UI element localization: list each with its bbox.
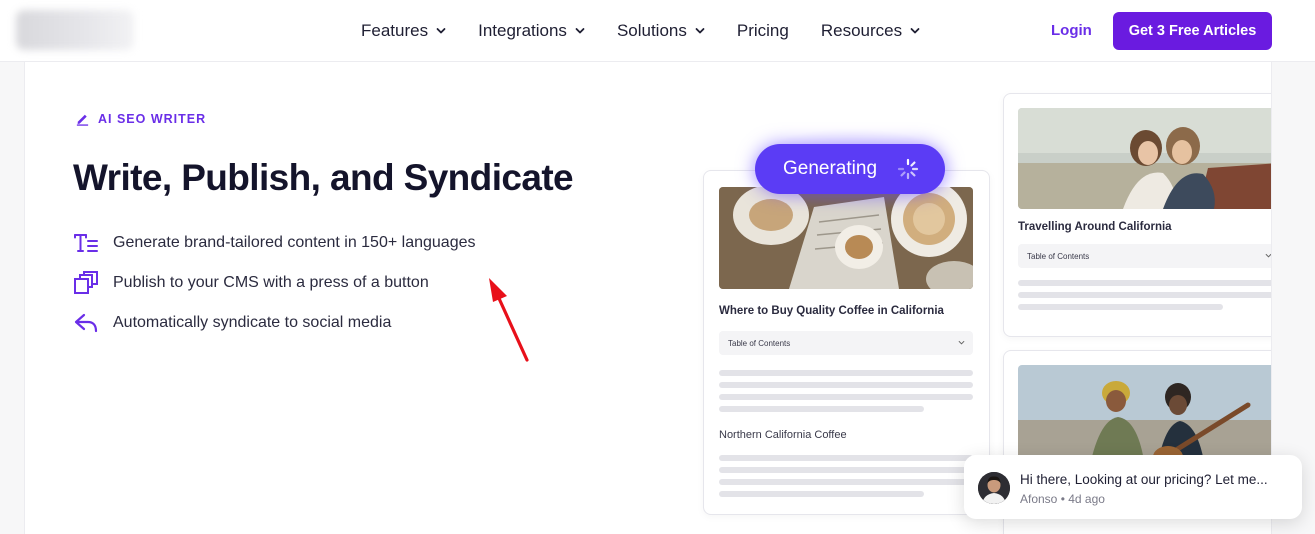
- eyebrow-label: AI SEO WRITER: [75, 111, 206, 126]
- chevron-down-icon: [575, 28, 585, 34]
- feature-text: Publish to your CMS with a press of a bu…: [113, 274, 429, 291]
- travel-photo: [1018, 108, 1271, 209]
- text-placeholder-line: [719, 406, 924, 412]
- nav-resources-label: Resources: [820, 21, 903, 40]
- feature-item-syndicate: Automatically syndicate to social media: [73, 310, 391, 336]
- text-placeholder-line: [1018, 304, 1223, 310]
- loading-spinner-icon: [897, 158, 919, 180]
- avatar: [978, 472, 1010, 504]
- table-of-contents-dropdown[interactable]: Table of Contents: [1018, 244, 1271, 268]
- chevron-down-icon: [695, 28, 705, 34]
- nav-pricing[interactable]: Pricing: [737, 20, 789, 42]
- chat-message: Hi there, Looking at our pricing? Let me…: [1020, 472, 1268, 487]
- feature-text: Automatically syndicate to social media: [113, 314, 392, 331]
- table-of-contents-dropdown[interactable]: Table of Contents: [719, 331, 973, 355]
- red-annotation-arrow: [489, 278, 529, 362]
- feature-item-generate: Generate brand-tailored content in 150+ …: [73, 230, 475, 256]
- chat-author: Afonso: [1020, 492, 1058, 506]
- nav-solutions[interactable]: Solutions: [617, 20, 705, 42]
- page-title: Write, Publish, and Syndicate: [73, 157, 574, 198]
- nav-features-label: Features: [361, 21, 429, 40]
- share-reply-icon: [74, 313, 98, 333]
- text-placeholder-line: [719, 455, 973, 461]
- nav-menu: Features Integrations Solutions Pricing …: [361, 20, 952, 42]
- article-preview-card-coffee: Where to Buy Quality Coffee in Californi…: [703, 170, 990, 515]
- copy-stack-icon: [74, 271, 98, 294]
- text-placeholder-line: [719, 394, 973, 400]
- get-free-articles-button[interactable]: Get 3 Free Articles: [1113, 12, 1272, 50]
- chat-meta: Afonso • 4d ago: [1020, 492, 1105, 506]
- article-title: Travelling Around California: [1018, 221, 1172, 233]
- article-subheading: Northern California Coffee: [719, 429, 847, 441]
- eyebrow-text: AI SEO WRITER: [98, 111, 207, 126]
- nav-integrations[interactable]: Integrations: [478, 20, 585, 42]
- toc-label: Table of Contents: [1027, 251, 1090, 261]
- chevron-down-icon: [436, 28, 446, 34]
- feature-text: Generate brand-tailored content in 150+ …: [113, 234, 476, 251]
- toc-label: Table of Contents: [728, 338, 791, 348]
- feature-item-publish: Publish to your CMS with a press of a bu…: [73, 270, 429, 296]
- chevron-down-icon: [910, 28, 920, 34]
- article-preview-card-travel: Travelling Around California Table of Co…: [1003, 93, 1271, 337]
- text-placeholder-line: [719, 491, 924, 497]
- article-title: Where to Buy Quality Coffee in Californi…: [719, 305, 944, 317]
- pencil-icon: [76, 114, 89, 126]
- chevron-down-icon: [1265, 253, 1271, 258]
- top-navbar: Features Integrations Solutions Pricing …: [0, 0, 1315, 62]
- nav-features[interactable]: Features: [361, 20, 446, 42]
- text-placeholder-line: [719, 467, 973, 473]
- text-placeholder-line: [1018, 292, 1271, 298]
- nav-solutions-label: Solutions: [616, 21, 687, 40]
- nav-integrations-label: Integrations: [478, 21, 567, 40]
- chevron-down-icon: [958, 340, 965, 345]
- text-placeholder-line: [719, 382, 973, 388]
- chat-preview-bubble[interactable]: Hi there, Looking at our pricing? Let me…: [964, 455, 1302, 519]
- generating-label: Generating: [783, 158, 878, 179]
- text-format-icon: [74, 234, 98, 252]
- text-placeholder-line: [1018, 280, 1271, 286]
- nav-resources[interactable]: Resources: [821, 20, 920, 42]
- brand-logo[interactable]: [16, 10, 134, 50]
- login-link[interactable]: Login: [1051, 22, 1092, 39]
- chat-time: 4d ago: [1068, 492, 1105, 506]
- text-placeholder-line: [719, 370, 973, 376]
- generating-status-pill: Generating: [755, 144, 945, 194]
- text-placeholder-line: [719, 479, 973, 485]
- nav-pricing-label: Pricing: [736, 21, 789, 40]
